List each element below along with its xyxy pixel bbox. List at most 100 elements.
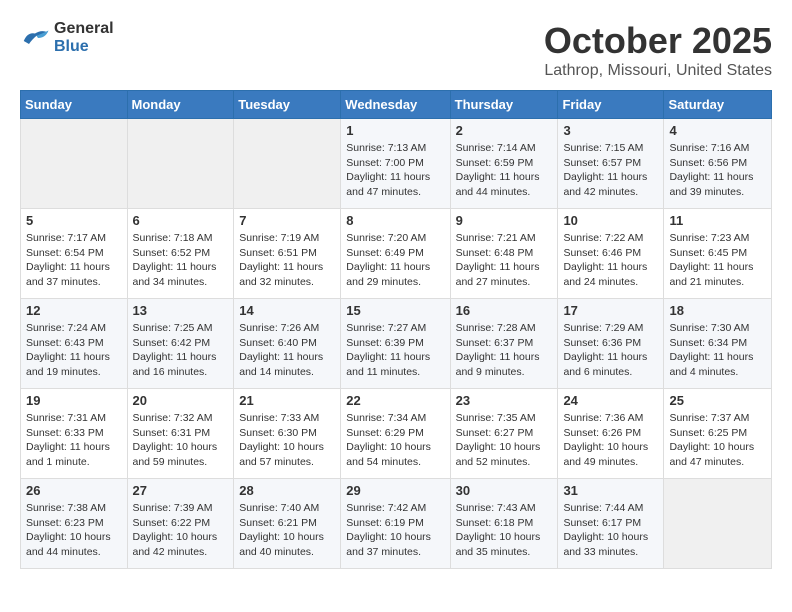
calendar-cell: 5 Sunrise: 7:17 AM Sunset: 6:54 PM Daylig… <box>21 209 128 299</box>
day-info: Sunrise: 7:33 AM Sunset: 6:30 PM Dayligh… <box>239 411 335 470</box>
day-number: 2 <box>456 123 553 138</box>
day-number: 5 <box>26 213 122 228</box>
day-info: Sunrise: 7:22 AM Sunset: 6:46 PM Dayligh… <box>563 231 658 290</box>
day-info: Sunrise: 7:32 AM Sunset: 6:31 PM Dayligh… <box>133 411 229 470</box>
location-title: Lathrop, Missouri, United States <box>544 62 772 80</box>
day-number: 17 <box>563 303 658 318</box>
calendar-cell: 23Sunrise: 7:35 AM Sunset: 6:27 PM Dayli… <box>450 389 558 479</box>
weekday-header: Saturday <box>664 91 772 119</box>
day-number: 20 <box>133 393 229 408</box>
calendar-cell: 6 Sunrise: 7:18 AM Sunset: 6:52 PM Daylig… <box>127 209 234 299</box>
day-info: Sunrise: 7:18 AM Sunset: 6:52 PM Dayligh… <box>133 231 229 290</box>
day-number: 16 <box>456 303 553 318</box>
calendar-cell: 1Sunrise: 7:13 AM Sunset: 7:00 PM Daylig… <box>341 119 450 209</box>
day-number: 4 <box>669 123 766 138</box>
calendar-cell: 28Sunrise: 7:40 AM Sunset: 6:21 PM Dayli… <box>234 479 341 569</box>
day-number: 8 <box>346 213 444 228</box>
logo: General Blue <box>20 20 114 56</box>
calendar-cell: 18 Sunrise: 7:30 AM Sunset: 6:34 PM Dayli… <box>664 299 772 389</box>
day-number: 19 <box>26 393 122 408</box>
calendar-cell: 29 Sunrise: 7:42 AM Sunset: 6:19 PM Dayli… <box>341 479 450 569</box>
calendar-cell: 22 Sunrise: 7:34 AM Sunset: 6:29 PM Dayli… <box>341 389 450 479</box>
day-info: Sunrise: 7:15 AM Sunset: 6:57 PM Dayligh… <box>563 141 658 200</box>
day-info: Sunrise: 7:26 AM Sunset: 6:40 PM Dayligh… <box>239 321 335 380</box>
day-info: Sunrise: 7:30 AM Sunset: 6:34 PM Dayligh… <box>669 321 766 380</box>
day-info: Sunrise: 7:19 AM Sunset: 6:51 PM Dayligh… <box>239 231 335 290</box>
day-info: Sunrise: 7:34 AM Sunset: 6:29 PM Dayligh… <box>346 411 444 470</box>
day-info: Sunrise: 7:43 AM Sunset: 6:18 PM Dayligh… <box>456 501 553 560</box>
calendar-cell: 21Sunrise: 7:33 AM Sunset: 6:30 PM Dayli… <box>234 389 341 479</box>
calendar-cell: 8 Sunrise: 7:20 AM Sunset: 6:49 PM Daylig… <box>341 209 450 299</box>
calendar-cell: 26 Sunrise: 7:38 AM Sunset: 6:23 PM Dayli… <box>21 479 128 569</box>
day-number: 6 <box>133 213 229 228</box>
day-info: Sunrise: 7:21 AM Sunset: 6:48 PM Dayligh… <box>456 231 553 290</box>
month-title: October 2025 <box>544 20 772 62</box>
calendar-cell: 2 Sunrise: 7:14 AM Sunset: 6:59 PM Daylig… <box>450 119 558 209</box>
weekday-header: Thursday <box>450 91 558 119</box>
day-info: Sunrise: 7:13 AM Sunset: 7:00 PM Dayligh… <box>346 141 444 200</box>
day-info: Sunrise: 7:23 AM Sunset: 6:45 PM Dayligh… <box>669 231 766 290</box>
bird-icon <box>20 26 50 50</box>
day-number: 12 <box>26 303 122 318</box>
day-number: 14 <box>239 303 335 318</box>
day-info: Sunrise: 7:36 AM Sunset: 6:26 PM Dayligh… <box>563 411 658 470</box>
weekday-header: Monday <box>127 91 234 119</box>
calendar-cell: 25Sunrise: 7:37 AM Sunset: 6:25 PM Dayli… <box>664 389 772 479</box>
day-number: 7 <box>239 213 335 228</box>
logo-general: General <box>54 20 114 37</box>
title-block: October 2025 Lathrop, Missouri, United S… <box>544 20 772 80</box>
day-number: 9 <box>456 213 553 228</box>
day-info: Sunrise: 7:25 AM Sunset: 6:42 PM Dayligh… <box>133 321 229 380</box>
day-number: 22 <box>346 393 444 408</box>
calendar-cell <box>664 479 772 569</box>
calendar-cell: 17 Sunrise: 7:29 AM Sunset: 6:36 PM Dayli… <box>558 299 664 389</box>
calendar-cell <box>127 119 234 209</box>
page-header: General Blue October 2025 Lathrop, Misso… <box>20 20 772 80</box>
calendar-cell: 7 Sunrise: 7:19 AM Sunset: 6:51 PM Daylig… <box>234 209 341 299</box>
calendar-cell: 27 Sunrise: 7:39 AM Sunset: 6:22 PM Dayli… <box>127 479 234 569</box>
day-number: 10 <box>563 213 658 228</box>
logo-blue: Blue <box>54 38 89 55</box>
day-number: 31 <box>563 483 658 498</box>
calendar-cell: 3 Sunrise: 7:15 AM Sunset: 6:57 PM Daylig… <box>558 119 664 209</box>
calendar-cell <box>234 119 341 209</box>
weekday-header: Tuesday <box>234 91 341 119</box>
calendar-cell: 20 Sunrise: 7:32 AM Sunset: 6:31 PM Dayli… <box>127 389 234 479</box>
day-info: Sunrise: 7:28 AM Sunset: 6:37 PM Dayligh… <box>456 321 553 380</box>
day-number: 11 <box>669 213 766 228</box>
day-number: 18 <box>669 303 766 318</box>
calendar-cell: 24Sunrise: 7:36 AM Sunset: 6:26 PM Dayli… <box>558 389 664 479</box>
calendar-cell: 15Sunrise: 7:27 AM Sunset: 6:39 PM Dayli… <box>341 299 450 389</box>
day-number: 27 <box>133 483 229 498</box>
day-info: Sunrise: 7:38 AM Sunset: 6:23 PM Dayligh… <box>26 501 122 560</box>
day-info: Sunrise: 7:17 AM Sunset: 6:54 PM Dayligh… <box>26 231 122 290</box>
day-info: Sunrise: 7:20 AM Sunset: 6:49 PM Dayligh… <box>346 231 444 290</box>
calendar-cell: 4 Sunrise: 7:16 AM Sunset: 6:56 PM Daylig… <box>664 119 772 209</box>
day-info: Sunrise: 7:24 AM Sunset: 6:43 PM Dayligh… <box>26 321 122 380</box>
day-number: 30 <box>456 483 553 498</box>
day-info: Sunrise: 7:44 AM Sunset: 6:17 PM Dayligh… <box>563 501 658 560</box>
calendar-week-row: 26 Sunrise: 7:38 AM Sunset: 6:23 PM Dayli… <box>21 479 772 569</box>
calendar-cell: 9 Sunrise: 7:21 AM Sunset: 6:48 PM Daylig… <box>450 209 558 299</box>
calendar-cell: 31 Sunrise: 7:44 AM Sunset: 6:17 PM Dayli… <box>558 479 664 569</box>
calendar-week-row: 19Sunrise: 7:31 AM Sunset: 6:33 PM Dayli… <box>21 389 772 479</box>
day-number: 26 <box>26 483 122 498</box>
day-number: 13 <box>133 303 229 318</box>
day-info: Sunrise: 7:14 AM Sunset: 6:59 PM Dayligh… <box>456 141 553 200</box>
calendar-cell <box>21 119 128 209</box>
day-info: Sunrise: 7:39 AM Sunset: 6:22 PM Dayligh… <box>133 501 229 560</box>
day-info: Sunrise: 7:35 AM Sunset: 6:27 PM Dayligh… <box>456 411 553 470</box>
day-info: Sunrise: 7:37 AM Sunset: 6:25 PM Dayligh… <box>669 411 766 470</box>
day-info: Sunrise: 7:16 AM Sunset: 6:56 PM Dayligh… <box>669 141 766 200</box>
weekday-header: Sunday <box>21 91 128 119</box>
day-number: 29 <box>346 483 444 498</box>
day-info: Sunrise: 7:27 AM Sunset: 6:39 PM Dayligh… <box>346 321 444 380</box>
day-info: Sunrise: 7:29 AM Sunset: 6:36 PM Dayligh… <box>563 321 658 380</box>
calendar-cell: 30 Sunrise: 7:43 AM Sunset: 6:18 PM Dayli… <box>450 479 558 569</box>
calendar-cell: 19Sunrise: 7:31 AM Sunset: 6:33 PM Dayli… <box>21 389 128 479</box>
calendar-cell: 11 Sunrise: 7:23 AM Sunset: 6:45 PM Dayli… <box>664 209 772 299</box>
day-info: Sunrise: 7:40 AM Sunset: 6:21 PM Dayligh… <box>239 501 335 560</box>
calendar-week-row: 5 Sunrise: 7:17 AM Sunset: 6:54 PM Daylig… <box>21 209 772 299</box>
day-info: Sunrise: 7:42 AM Sunset: 6:19 PM Dayligh… <box>346 501 444 560</box>
day-number: 3 <box>563 123 658 138</box>
